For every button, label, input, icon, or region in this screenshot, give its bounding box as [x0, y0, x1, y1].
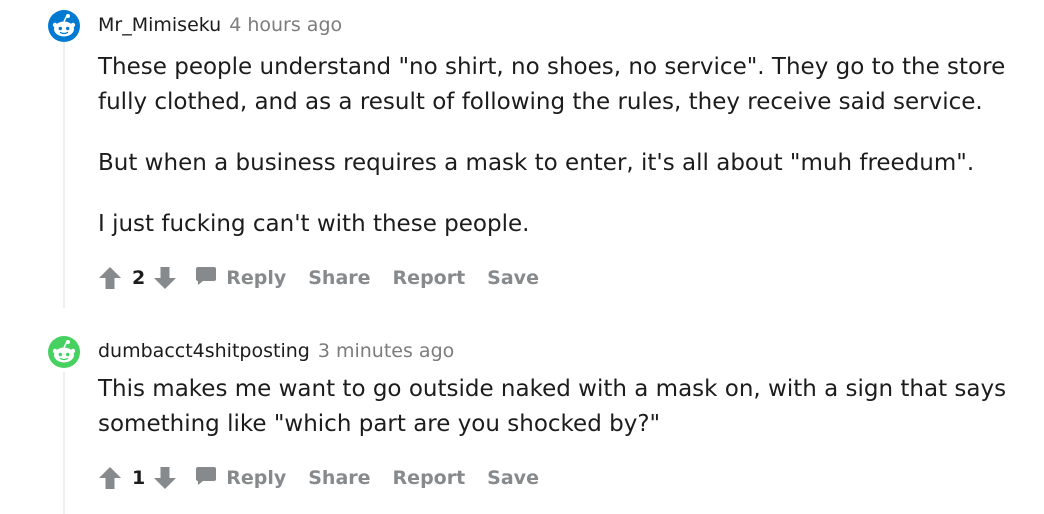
snoo-avatar-icon — [48, 10, 80, 42]
reply-label: Reply — [226, 467, 287, 489]
downvote-icon[interactable] — [153, 265, 177, 291]
timestamp[interactable]: 3 minutes ago — [318, 340, 454, 362]
vote-score: 2 — [132, 267, 146, 289]
comment-body: These people understand "no shirt, no sh… — [98, 50, 1033, 268]
save-button[interactable]: Save — [487, 267, 539, 289]
save-button[interactable]: Save — [487, 467, 539, 489]
comment-paragraph: I just fucking can't with these people. — [98, 211, 530, 237]
comment-actions: 1 Reply Share Report Save — [98, 463, 539, 493]
report-button[interactable]: Report — [393, 467, 466, 489]
thread-line[interactable] — [63, 42, 65, 308]
comment-paragraph: These people understand "no shirt, no sh… — [98, 54, 1006, 115]
comment-header: dumbacct4shitposting 3 minutes ago — [98, 340, 454, 366]
comment-paragraph: This makes me want to go outside naked w… — [98, 376, 1007, 437]
comment: Mr_Mimiseku 4 hours ago These people und… — [0, 0, 1044, 310]
reply-label: Reply — [226, 267, 287, 289]
upvote-icon[interactable] — [98, 465, 122, 491]
username-link[interactable]: dumbacct4shitposting — [98, 340, 310, 362]
avatar[interactable] — [48, 10, 80, 42]
share-button[interactable]: Share — [308, 267, 370, 289]
comment-paragraph: But when a business requires a mask to e… — [98, 150, 975, 176]
comment-body: This makes me want to go outside naked w… — [98, 372, 1033, 442]
report-button[interactable]: Report — [393, 267, 466, 289]
snoo-avatar-icon — [48, 336, 80, 368]
reply-button[interactable]: Reply — [195, 466, 286, 491]
share-button[interactable]: Share — [308, 467, 370, 489]
comment-actions: 2 Reply Share Report Save — [98, 263, 539, 293]
comment-bubble-icon — [195, 266, 217, 291]
thread-line[interactable] — [63, 372, 65, 514]
reply-button[interactable]: Reply — [195, 266, 286, 291]
comment-bubble-icon — [195, 466, 217, 491]
vote-score: 1 — [132, 467, 146, 489]
timestamp[interactable]: 4 hours ago — [229, 14, 342, 36]
upvote-icon[interactable] — [98, 265, 122, 291]
comment-header: Mr_Mimiseku 4 hours ago — [98, 14, 342, 40]
avatar[interactable] — [48, 336, 80, 368]
username-link[interactable]: Mr_Mimiseku — [98, 14, 221, 36]
downvote-icon[interactable] — [153, 465, 177, 491]
